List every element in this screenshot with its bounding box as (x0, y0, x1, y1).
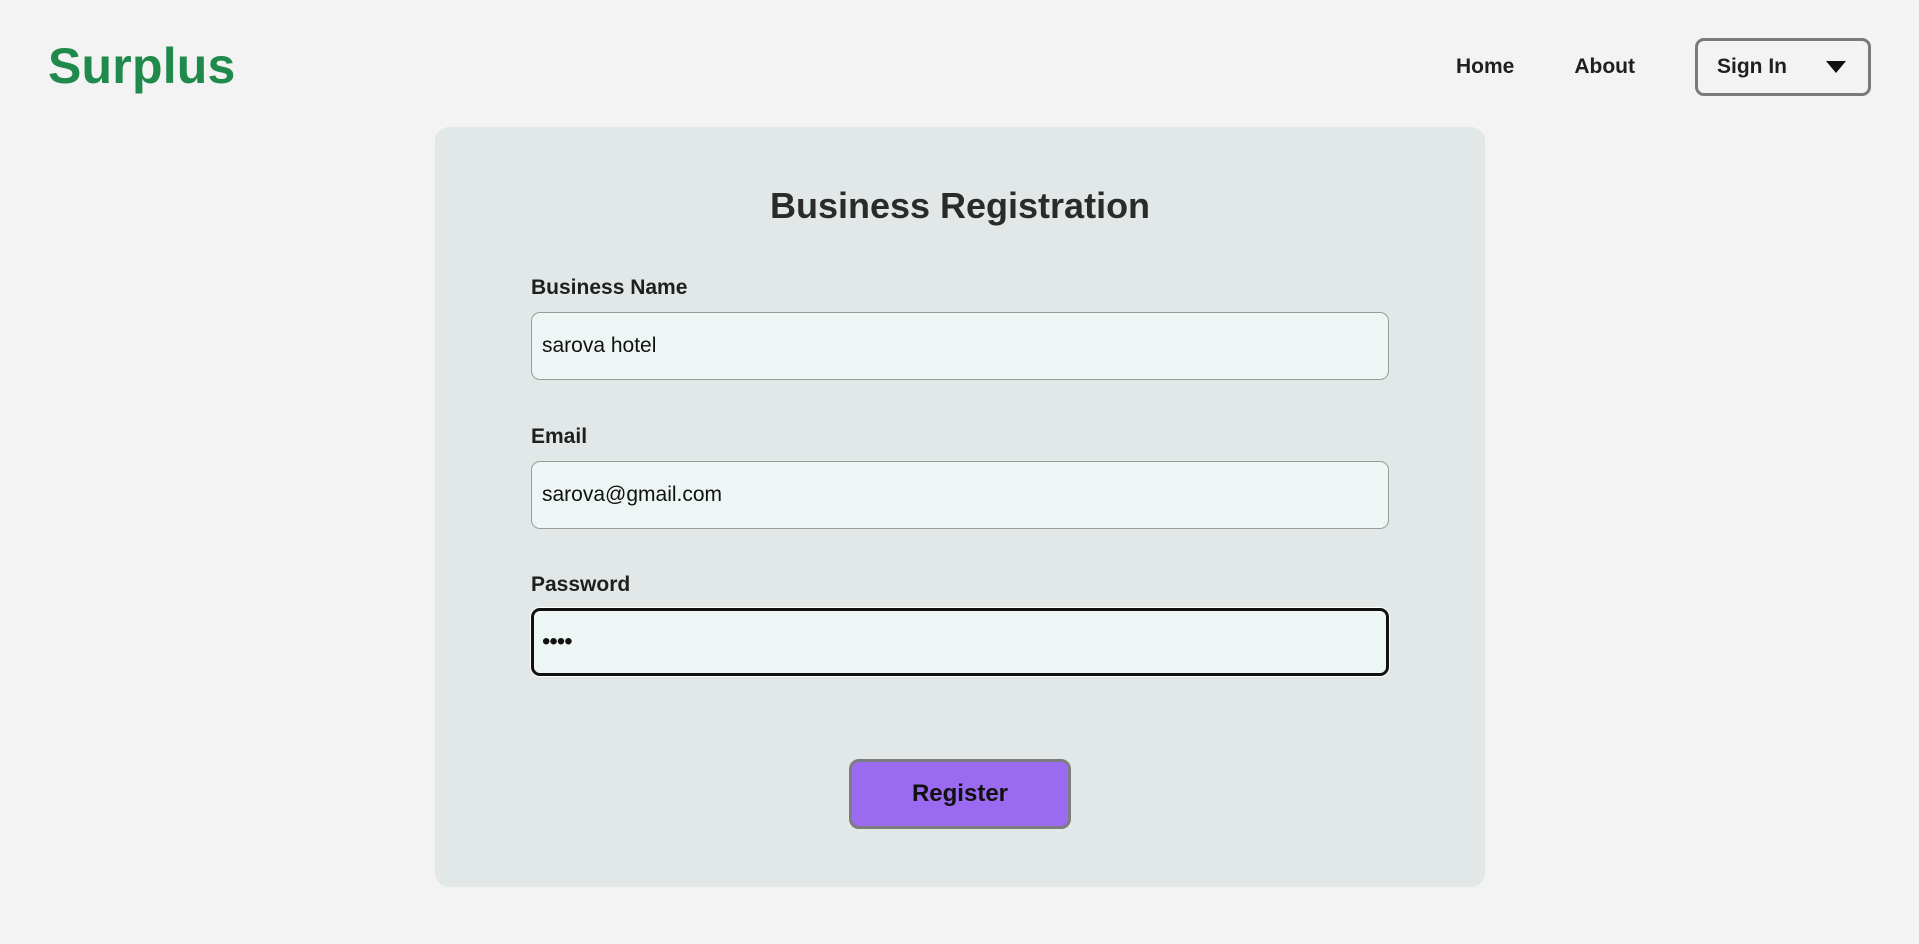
email-label: Email (531, 425, 588, 448)
logo: Surplus (48, 38, 236, 94)
sign-in-dropdown[interactable]: Sign In (1695, 38, 1871, 96)
registration-card: Business Registration Business Name Emai… (435, 127, 1485, 887)
top-nav: Home About Sign In (1456, 36, 1871, 98)
nav-about-link[interactable]: About (1574, 55, 1635, 79)
password-label: Password (531, 573, 631, 596)
chevron-down-icon (1826, 61, 1846, 73)
sign-in-label: Sign In (1717, 55, 1787, 78)
nav-home-link[interactable]: Home (1456, 55, 1514, 79)
email-input[interactable] (531, 461, 1389, 529)
register-button[interactable]: Register (849, 759, 1071, 829)
business-name-input[interactable] (531, 312, 1389, 380)
password-input[interactable] (531, 608, 1389, 676)
business-name-label: Business Name (531, 276, 688, 299)
page-title: Business Registration (769, 185, 1151, 226)
